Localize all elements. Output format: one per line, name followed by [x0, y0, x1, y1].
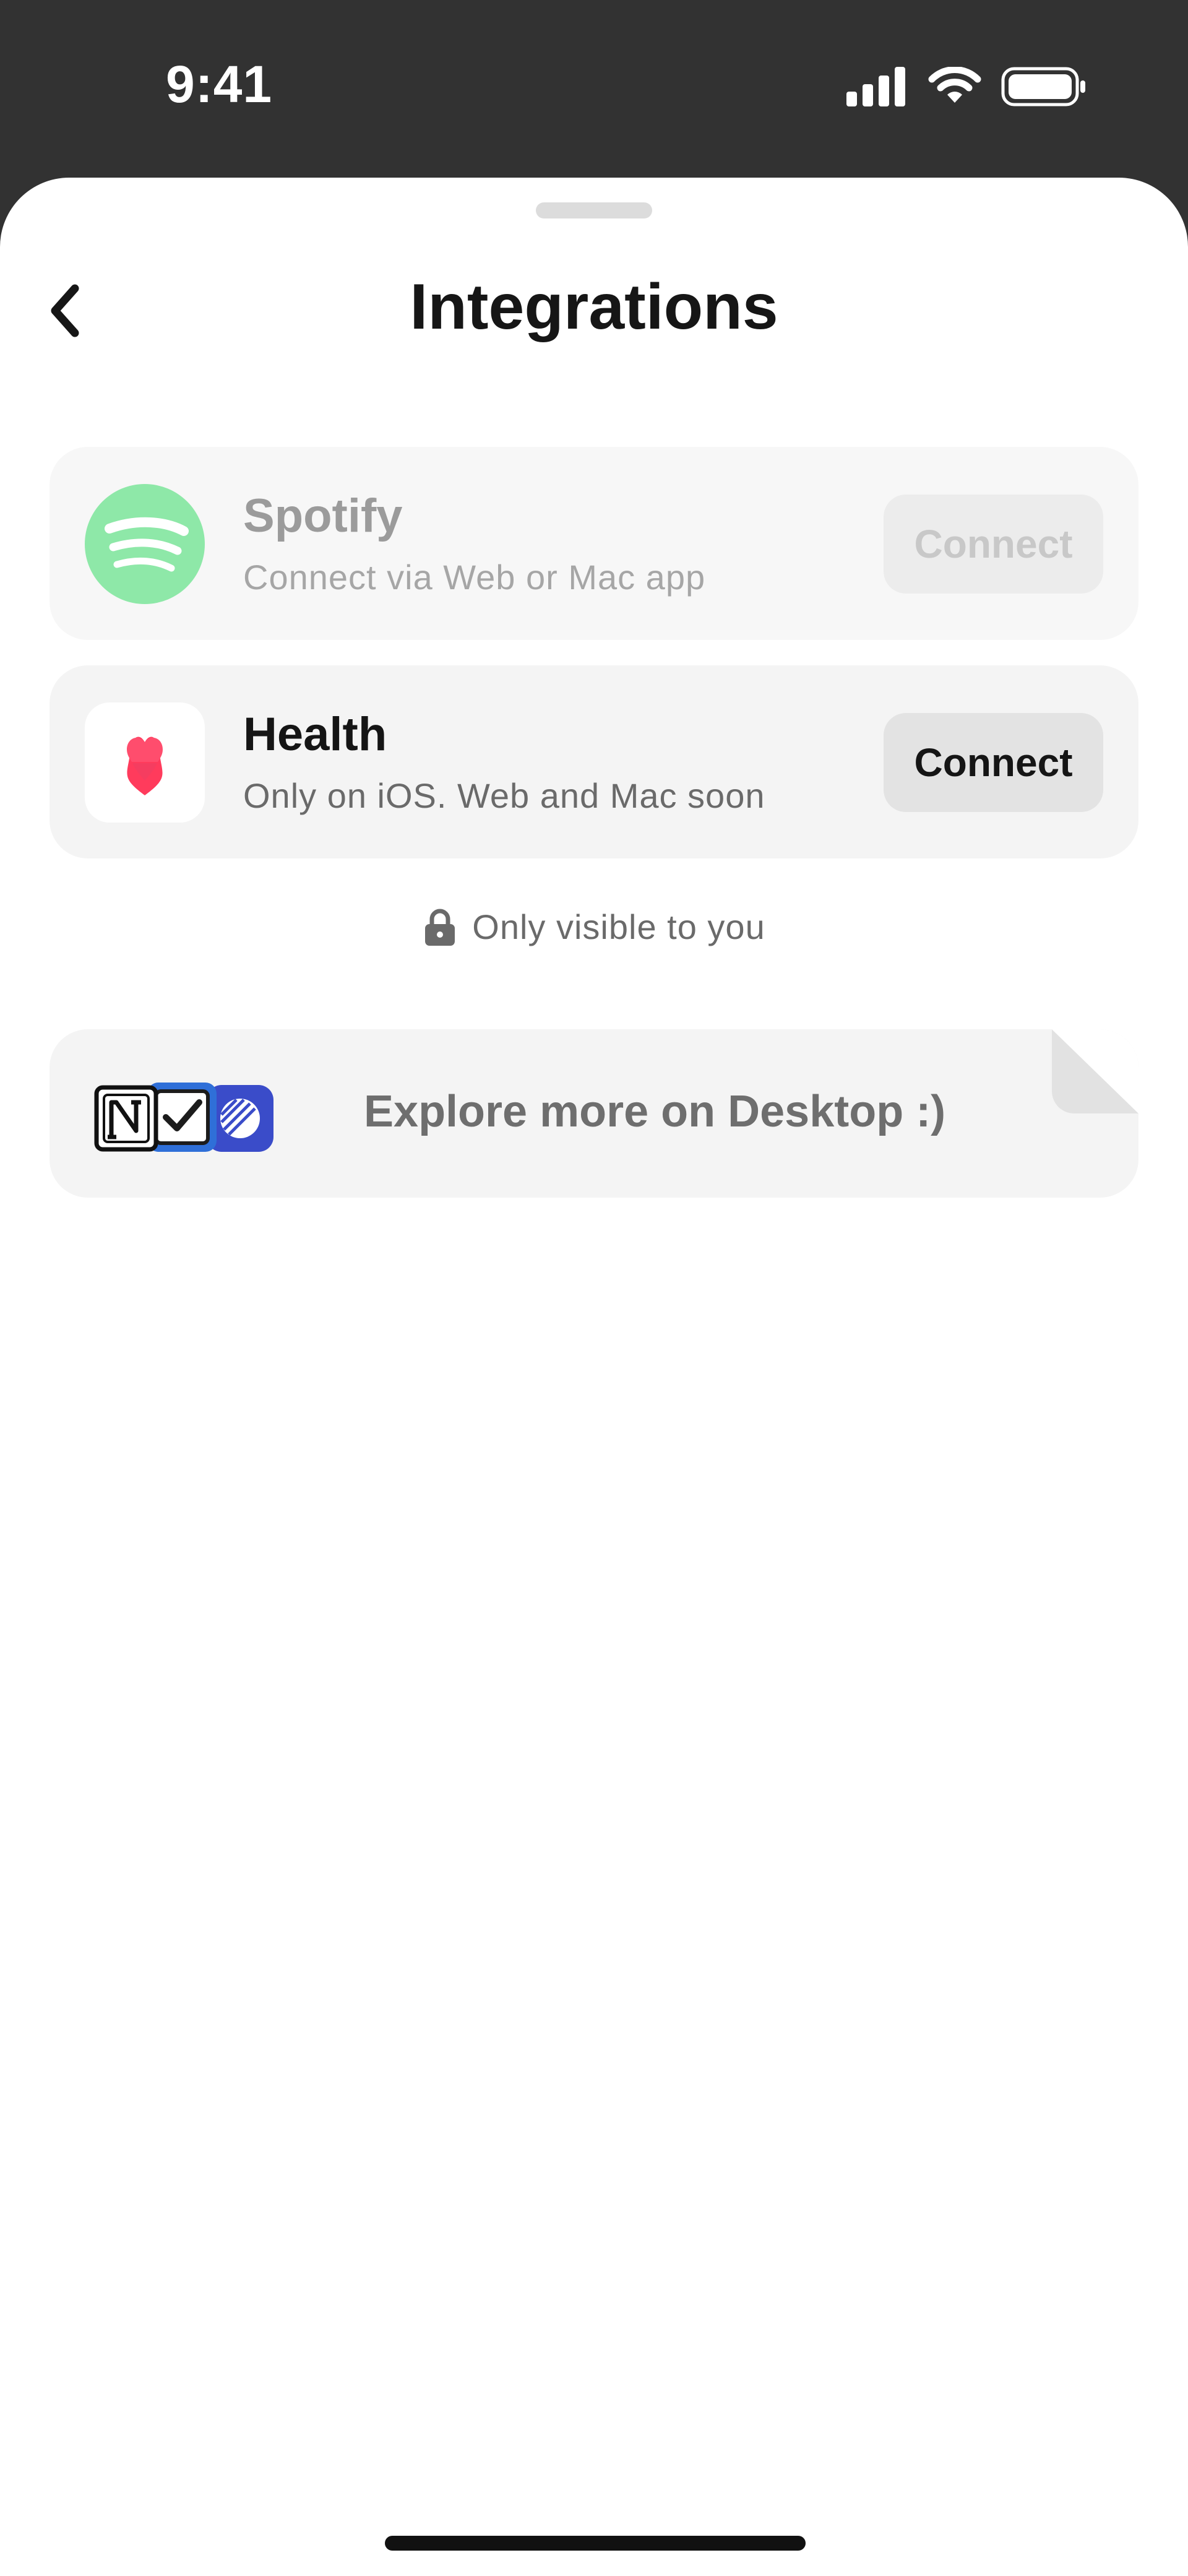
explore-desktop-text: Explore more on Desktop :) — [364, 1087, 946, 1136]
integration-name: Spotify — [243, 490, 403, 542]
notion-icon — [94, 1085, 158, 1152]
lock-icon — [425, 909, 455, 946]
linear-icon — [207, 1085, 273, 1152]
battery-icon — [1001, 67, 1085, 106]
health-connect-button[interactable]: Connect — [884, 713, 1103, 812]
status-icons — [846, 67, 1088, 106]
status-bar: 9:41 — [0, 0, 1188, 179]
home-indicator[interactable] — [385, 2536, 806, 2551]
wifi-icon — [928, 67, 981, 103]
privacy-text: Only visible to you — [472, 907, 765, 946]
page-title: Integrations — [410, 271, 778, 343]
spotify-icon — [85, 484, 205, 604]
spotify-connect-button[interactable]: Connect — [884, 495, 1103, 594]
cellular-signal-icon — [846, 67, 905, 106]
sheet-grabber[interactable] — [536, 202, 652, 218]
page-fold-corner — [1052, 1029, 1138, 1113]
status-time: 9:41 — [166, 55, 273, 113]
explore-desktop-card[interactable]: Explore more on Desktop :) — [50, 1029, 1138, 1198]
integrations-sheet: Integrations Spotify Connect via Web or … — [0, 178, 1188, 2576]
integration-subtitle: Connect via Web or Mac app — [243, 558, 706, 597]
privacy-note: Only visible to you — [0, 907, 1188, 947]
heart-icon — [85, 702, 205, 823]
health-integration-card: Health Only on iOS. Web and Mac soon Con… — [50, 665, 1138, 858]
integration-name: Health — [243, 708, 387, 761]
spotify-integration-card: Spotify Connect via Web or Mac app Conne… — [50, 447, 1138, 640]
desktop-app-icons — [94, 1083, 273, 1152]
integration-subtitle: Only on iOS. Web and Mac soon — [243, 776, 765, 815]
